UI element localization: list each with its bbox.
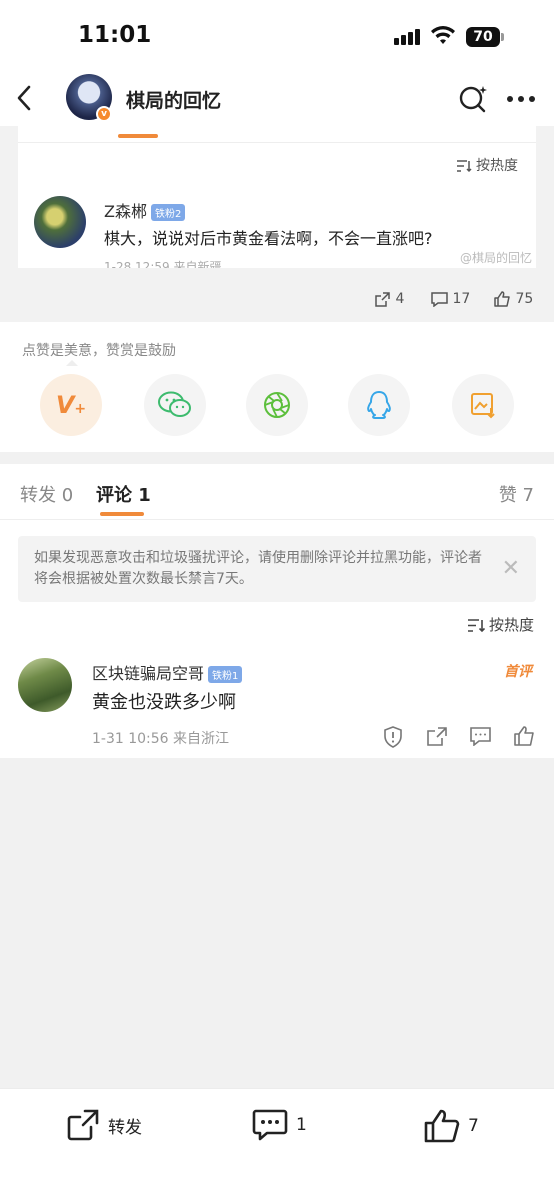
reward-section: 点赞是美意，赞赏是鼓励 V+ (0, 322, 554, 452)
share-icon (374, 291, 391, 307)
moments-icon (264, 392, 290, 418)
vplus-reward-button[interactable]: V+ (40, 374, 102, 436)
save-image-button[interactable] (452, 374, 514, 436)
fan-badge: 铁粉1 (208, 666, 243, 683)
embedded-screenshot: 按热度 Z森郴 铁粉2 棋大，说说对后市黄金看法啊，不会一直涨吧? 1-28 12… (18, 126, 536, 268)
tab-comment[interactable]: 评论 1 (96, 481, 151, 507)
reply-icon[interactable] (470, 727, 491, 746)
embedded-tab-underline (118, 134, 158, 138)
post-comment-stat[interactable]: 17 (431, 291, 470, 307)
like-icon[interactable] (514, 726, 535, 746)
comment-icon (431, 291, 448, 307)
comment-count: 17 (452, 291, 471, 307)
qq-icon (367, 391, 391, 419)
tab-active-indicator (100, 512, 144, 516)
status-time: 11:01 (78, 22, 152, 48)
first-comment-tag: 首评 (504, 664, 532, 680)
tab-repost-count: 0 (61, 485, 74, 506)
comment-icon (252, 1109, 288, 1141)
watermark: @棋局的回忆 (459, 251, 532, 265)
moderation-notice: 如果发现恶意攻击和垃圾骚扰评论，请使用删除评论并拉黑功能，评论者将会根据被处置次… (18, 536, 536, 602)
like-button[interactable]: 7 (424, 1109, 479, 1143)
hint-pointer (66, 360, 78, 366)
moments-share-button[interactable] (246, 374, 308, 436)
notice-text: 如果发现恶意攻击和垃圾骚扰评论，请使用删除评论并拉黑功能，评论者将会根据被处置次… (34, 550, 482, 587)
search-icon[interactable] (458, 84, 488, 114)
wechat-share-button[interactable] (144, 374, 206, 436)
tab-like-count: 7 (522, 485, 534, 506)
tab-repost[interactable]: 转发 0 (20, 481, 73, 507)
comment-meta: 1-31 10:56 来自浙江 (92, 731, 230, 747)
more-icon[interactable] (506, 95, 536, 103)
fan-badge: 铁粉2 (150, 204, 186, 221)
back-icon[interactable] (14, 84, 34, 112)
sort-icon (467, 618, 485, 633)
like-count: 75 (515, 291, 534, 307)
comment-avatar[interactable] (18, 658, 72, 712)
sort-icon (456, 159, 472, 173)
save-image-icon (471, 393, 495, 419)
reward-hint: 点赞是美意，赞赏是鼓励 (22, 343, 176, 359)
qq-share-button[interactable] (348, 374, 410, 436)
post-like-stat[interactable]: 75 (494, 291, 533, 307)
post-repost-stat[interactable]: 4 (374, 291, 404, 307)
tab-like-label: 赞 (498, 485, 517, 506)
comment-author-text: 区块链骗局空哥 (92, 664, 205, 683)
comment-button[interactable]: 1 (252, 1109, 307, 1141)
close-icon[interactable]: ✕ (502, 556, 520, 581)
commenter-name-text: Z森郴 (104, 202, 147, 221)
verified-badge-icon: v (96, 106, 112, 122)
tab-comment-count: 1 (138, 485, 151, 506)
post-image-card[interactable]: 按热度 Z森郴 铁粉2 棋大，说说对后市黄金看法啊，不会一直涨吧? 1-28 12… (0, 126, 554, 322)
comments-section: 如果发现恶意攻击和垃圾骚扰评论，请使用删除评论并拉黑功能，评论者将会根据被处置次… (0, 520, 554, 758)
battery-tip (501, 33, 504, 41)
detail-tabs: 转发 0 评论 1 赞 7 (0, 464, 554, 520)
share-icon[interactable] (427, 727, 447, 746)
divider (18, 142, 536, 143)
thumb-up-icon (494, 291, 511, 307)
sort-label: 按热度 (488, 616, 534, 634)
battery-icon: 70 (466, 27, 500, 47)
repost-button[interactable]: 转发 (66, 1109, 142, 1141)
tab-like[interactable]: 赞 7 (499, 481, 534, 507)
comment-count: 1 (296, 1115, 307, 1135)
tab-repost-label: 转发 (20, 485, 56, 506)
wechat-icon (158, 391, 191, 417)
embedded-comment-text: 棋大，说说对后市黄金看法啊，不会一直涨吧? (104, 229, 433, 248)
wifi-icon (430, 26, 456, 46)
repost-icon (67, 1109, 99, 1141)
commenter-avatar (34, 196, 86, 248)
repost-count: 4 (395, 291, 405, 307)
comment-text: 黄金也没跌多少啊 (92, 692, 236, 713)
tab-comment-label: 评论 (96, 485, 132, 506)
embedded-comment-meta: 1-28 12:59 来自新疆 (104, 260, 222, 268)
page-title: 棋局的回忆 (126, 90, 222, 112)
status-bar: 11:01 70 (0, 0, 554, 76)
like-count: 7 (468, 1116, 479, 1136)
thumb-up-icon (424, 1109, 460, 1143)
top-nav: v 棋局的回忆 (0, 70, 554, 126)
sort-by-hot[interactable]: 按热度 (467, 614, 534, 635)
commenter-name: Z森郴 铁粉2 (104, 198, 186, 222)
report-icon[interactable] (383, 726, 403, 748)
bottom-action-bar: 转发 1 7 (0, 1088, 554, 1200)
repost-label: 转发 (108, 1117, 142, 1138)
embedded-sort: 按热度 (456, 155, 518, 175)
vplus-icon: V+ (55, 391, 87, 419)
embedded-sort-label: 按热度 (476, 158, 518, 174)
comment-author[interactable]: 区块链骗局空哥 铁粉1 (92, 660, 243, 684)
signal-icon (394, 29, 420, 45)
